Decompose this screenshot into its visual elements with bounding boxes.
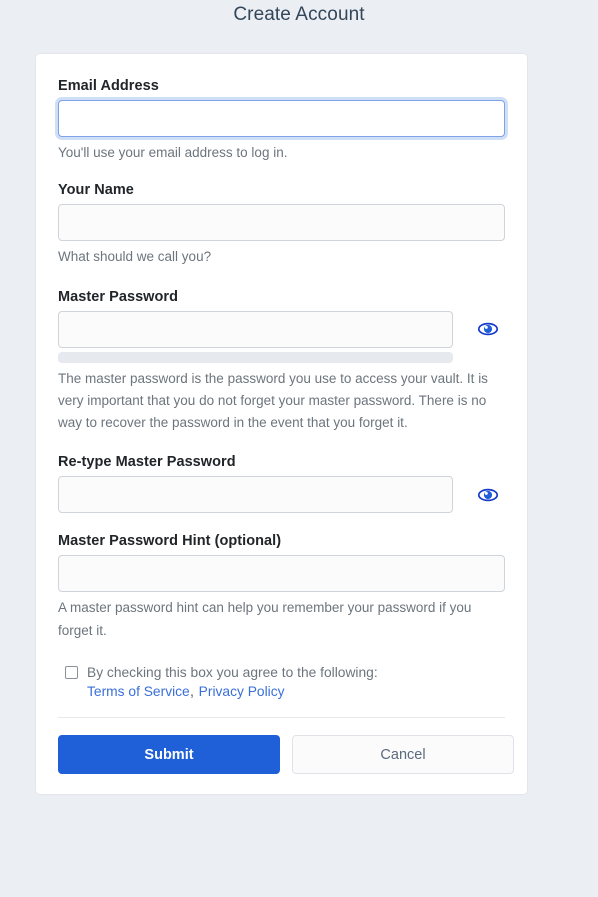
terms-agreement-row: By checking this box you agree to the fo… — [58, 662, 505, 701]
toggle-retype-password-visibility-button[interactable] — [477, 484, 499, 506]
retype-password-label: Re-type Master Password — [58, 454, 236, 471]
page-title: Create Account — [233, 4, 365, 25]
name-input[interactable] — [58, 204, 505, 242]
retype-password-field-group: Re-type Master Password — [58, 454, 505, 514]
terms-of-service-link[interactable]: Terms of Service — [87, 684, 190, 699]
cancel-button[interactable]: Cancel — [292, 735, 514, 775]
email-field-group: Email Address You'll use your email addr… — [58, 78, 505, 164]
master-password-row — [58, 310, 505, 348]
name-help-text: What should we call you? — [58, 249, 212, 265]
retype-password-input[interactable] — [58, 476, 453, 514]
terms-agreement-label: By checking this box you agree to the fo… — [87, 665, 378, 681]
eye-icon — [477, 487, 499, 503]
submit-button[interactable]: Submit — [58, 735, 280, 775]
hint-help-text: A master password hint can help you reme… — [58, 600, 472, 638]
terms-links: Terms of Service, Privacy Policy — [87, 683, 378, 701]
master-password-input[interactable] — [58, 310, 453, 348]
toggle-master-password-visibility-button[interactable] — [477, 318, 499, 340]
master-password-field-group: Master Password The master password is t… — [58, 289, 505, 435]
privacy-policy-link[interactable]: Privacy Policy — [199, 684, 285, 699]
hint-field-group: Master Password Hint (optional) A master… — [58, 533, 505, 642]
master-password-label: Master Password — [58, 288, 179, 305]
links-separator: , — [189, 683, 195, 701]
form-actions: Submit Cancel — [58, 718, 514, 794]
name-field-group: Your Name What should we call you? — [58, 182, 505, 268]
password-strength-bar — [58, 351, 453, 363]
email-label: Email Address — [58, 78, 159, 94]
eye-icon — [477, 321, 499, 337]
hint-label: Master Password Hint (optional) — [58, 533, 282, 550]
hint-input[interactable] — [58, 555, 505, 593]
name-label: Your Name — [58, 182, 134, 199]
terms-checkbox[interactable] — [65, 666, 78, 680]
master-password-help-text: The master password is the password you … — [58, 370, 488, 431]
retype-password-row — [58, 476, 505, 514]
email-input[interactable] — [58, 100, 505, 137]
email-help-text: You'll use your email address to log in. — [58, 145, 288, 160]
terms-text-block: By checking this box you agree to the fo… — [87, 662, 378, 701]
create-account-card: Email Address You'll use your email addr… — [35, 53, 528, 796]
